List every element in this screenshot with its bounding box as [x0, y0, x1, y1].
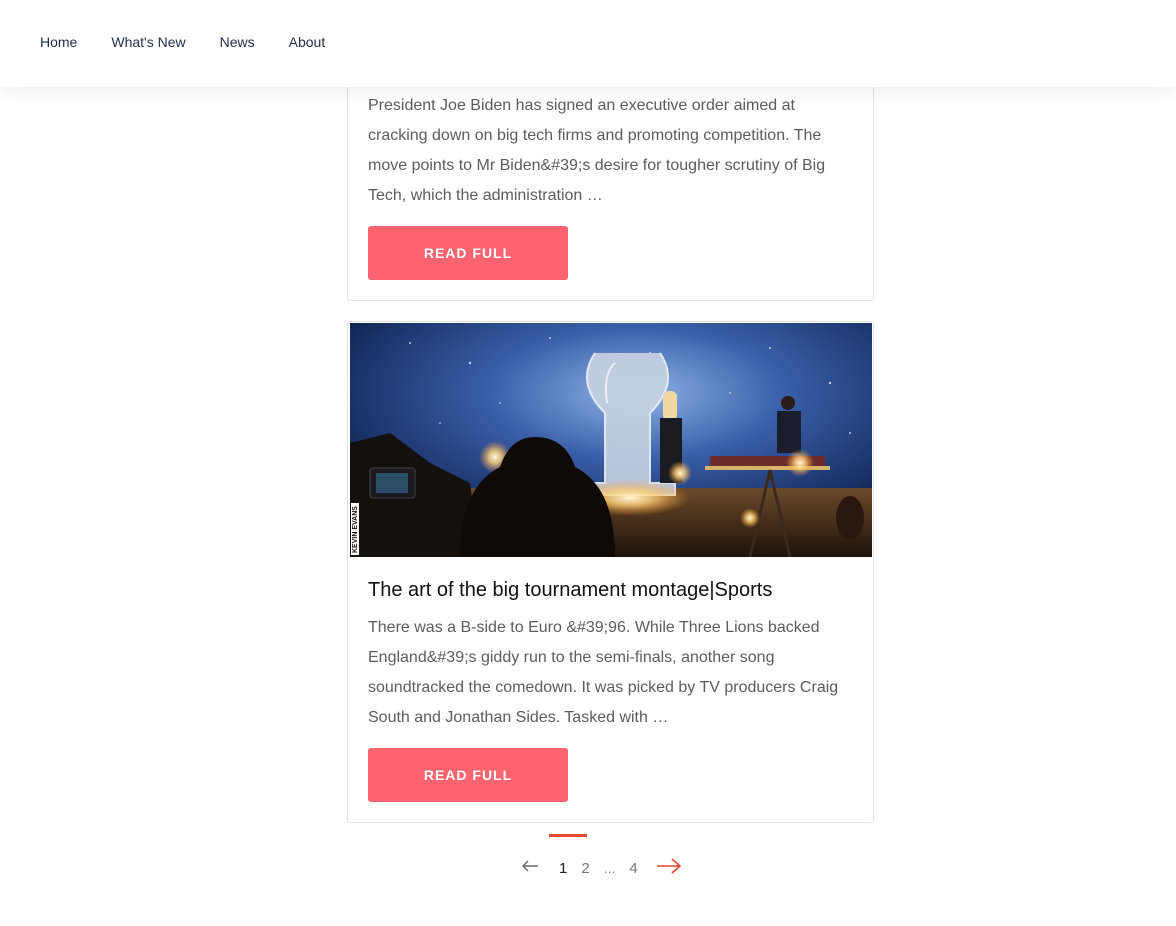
page-1-link[interactable]: 1	[559, 860, 567, 877]
page-4-link[interactable]: 4	[629, 860, 637, 877]
nav-about-link[interactable]: About	[289, 34, 326, 50]
pagination-indicator	[549, 834, 587, 837]
read-full-button[interactable]: READ FULL	[368, 748, 568, 802]
read-full-button[interactable]: READ FULL	[368, 226, 568, 280]
nav-whats-new-link[interactable]: What's New	[111, 34, 185, 50]
article-title[interactable]: The art of the big tournament montage|Sp…	[368, 578, 858, 602]
image-watermark: KEVIN EVANS	[352, 506, 359, 553]
article-card: KEVIN EVANS The art of the big tournamen…	[347, 321, 874, 823]
nav-menu: Home What's New News About	[40, 33, 359, 52]
previous-page-arrow-icon[interactable]	[520, 859, 540, 878]
pagination-ellipsis: ...	[603, 860, 616, 876]
next-page-arrow-icon[interactable]	[655, 857, 683, 880]
nav-news-link[interactable]: News	[220, 34, 255, 50]
nav-home-link[interactable]: Home	[40, 34, 77, 50]
page-2-link[interactable]: 2	[581, 860, 589, 877]
article-excerpt: There was a B-side to Euro &#39;96. Whil…	[368, 619, 839, 726]
top-navigation: Home What's New News About	[0, 0, 1176, 87]
concert-stage-photo: KEVIN EVANS	[350, 323, 872, 557]
article-excerpt: President Joe Biden has signed an execut…	[368, 97, 826, 204]
pagination: 1 2 ... 4	[520, 856, 683, 880]
article-image[interactable]: KEVIN EVANS	[350, 323, 872, 557]
